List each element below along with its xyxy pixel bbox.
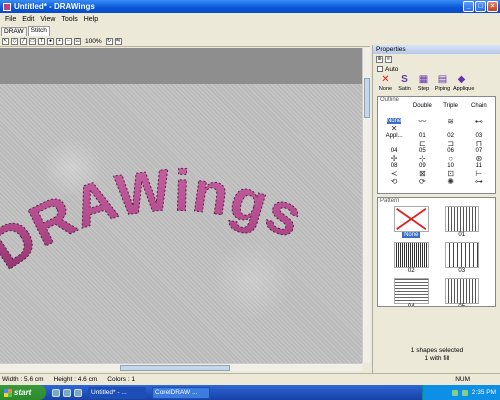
clock: 2:35 PM	[471, 389, 496, 396]
close-button[interactable]: ×	[487, 1, 498, 12]
color-icon[interactable]: ●	[47, 37, 54, 45]
outline-header: Chain	[471, 103, 487, 109]
outline-style-item[interactable]: 04 ✢	[380, 148, 408, 163]
status-num: NUM	[455, 376, 470, 383]
status-height: Height : 4.6 cm	[53, 376, 98, 383]
tab-draw[interactable]: DRAW	[1, 27, 27, 36]
embroidery-artwork[interactable]: DRAWings	[0, 48, 362, 363]
outline-style-item[interactable]: 03 ⊓	[465, 133, 493, 148]
menu-edit[interactable]: Edit	[19, 16, 37, 23]
outline-header: Double	[412, 103, 432, 109]
type-applique[interactable]: ◆ Applique	[453, 74, 474, 92]
outline-style-item[interactable]: Appl...	[380, 133, 408, 148]
design-canvas[interactable]: DRAWings	[0, 48, 362, 363]
line-tool-icon[interactable]: ╱	[20, 37, 27, 45]
fill-patterns: Pattern None 01 02 03 04 05	[377, 197, 496, 307]
menu-help[interactable]: Help	[81, 16, 101, 23]
type-piping[interactable]: ▤ Piping	[434, 74, 451, 92]
auto-checkbox[interactable]: Auto	[373, 64, 500, 74]
toolbar: ↖ ◇ ╱ ▭ T ● + − ⊡ 100% ↻ ⇋	[0, 36, 370, 47]
taskbar-item-drawings[interactable]: Untitled* - ...	[88, 386, 146, 399]
taskbar: start Untitled* - ... CorelDRAW ... 2:35…	[0, 385, 500, 400]
rotate-icon[interactable]: ↻	[105, 37, 113, 45]
zoom-out-icon[interactable]: −	[65, 37, 72, 45]
system-tray: 2:35 PM	[422, 385, 500, 400]
tab-stitch[interactable]: Stitch	[27, 26, 50, 36]
outline-style-item[interactable]: ✺	[437, 178, 465, 193]
app-logo-icon	[3, 2, 11, 11]
outline-style-item[interactable]: None ✕	[380, 118, 408, 133]
artwork-text: DRAWings	[0, 157, 313, 282]
fill-pattern-item[interactable]: 01	[439, 206, 486, 238]
outline-style-item[interactable]: ⊷	[465, 118, 493, 133]
fill-pattern-item[interactable]: 02	[388, 242, 435, 274]
tray-icon[interactable]	[451, 389, 458, 396]
app-window: Untitled* - DRAWings _ □ × File Edit Vie…	[0, 0, 500, 385]
outline-style-item[interactable]: 07 ⊛	[465, 148, 493, 163]
selection-status: 1 shapes selected 1 with fill	[410, 347, 464, 362]
start-button[interactable]: start	[0, 385, 46, 400]
zoom-in-icon[interactable]: +	[56, 37, 63, 45]
outline-style-item[interactable]: ⟲	[380, 178, 408, 193]
type-none[interactable]: ✕ None	[377, 74, 394, 92]
ie-icon[interactable]	[52, 388, 60, 397]
zoom-level[interactable]: 100%	[83, 38, 104, 45]
status-bar: Width : 5.6 cm Height : 4.6 cm Colors : …	[0, 373, 500, 385]
desktop-icon[interactable]	[63, 388, 71, 397]
vertical-scrollbar[interactable]	[362, 48, 370, 363]
outline-style-item[interactable]: 08 ≺	[380, 163, 408, 178]
type-satin[interactable]: S Satin	[396, 74, 413, 92]
minimize-button[interactable]: _	[463, 1, 474, 12]
menu-tools[interactable]: Tools	[58, 16, 80, 23]
panel-title: Properties	[373, 45, 500, 54]
text-tool-icon[interactable]: T	[38, 37, 45, 45]
type-step[interactable]: ▦ Step	[415, 74, 432, 92]
outline-style-item[interactable]: ≋	[437, 118, 465, 133]
menu-view[interactable]: View	[37, 16, 58, 23]
menu-file[interactable]: File	[2, 16, 19, 23]
status-width: Width : 5.6 cm	[2, 376, 44, 383]
select-tool-icon[interactable]: ↖	[2, 37, 9, 45]
mirror-icon[interactable]: ⇋	[114, 37, 122, 45]
title-bar: Untitled* - DRAWings _ □ ×	[0, 0, 500, 13]
outline-style-item[interactable]: ⟳	[408, 178, 436, 193]
outline-style-item[interactable]: 02 ⊐	[437, 133, 465, 148]
horizontal-scrollbar[interactable]	[0, 363, 362, 371]
menu-bar: File Edit View Tools Help	[0, 13, 500, 25]
shape-tool-icon[interactable]: ▭	[29, 37, 36, 45]
fill-pattern-item[interactable]: 03	[439, 242, 486, 274]
taskbar-item-coreldraw[interactable]: CorelDRAW ...	[152, 386, 210, 399]
quick-launch	[52, 388, 82, 397]
zoom-fit-icon[interactable]: ⊡	[74, 37, 81, 45]
fill-pattern-item[interactable]: None	[388, 206, 435, 238]
status-colors: Colors : 1	[107, 376, 136, 383]
outline-style-item[interactable]: ⊶	[465, 178, 493, 193]
outline-styles: Outline Double Triple Chain None ✕ 〰 ≋ ⊷ Appl...…	[377, 96, 496, 194]
outline-style-item[interactable]: 10 ⊡	[437, 163, 465, 178]
outline-style-item[interactable]: 09 ⊠	[408, 163, 436, 178]
properties-panel: Properties ⊕ ≡ Auto ✕ None S Satin ▦ Step ▤…	[372, 45, 500, 373]
outline-style-item[interactable]: 06 ○	[437, 148, 465, 163]
maximize-button[interactable]: □	[475, 1, 486, 12]
outline-style-item[interactable]: 05 ⊹	[408, 148, 436, 163]
outline-header	[380, 103, 408, 118]
windows-logo-icon	[4, 388, 12, 397]
mode-tabs: DRAW Stitch	[0, 25, 370, 36]
fill-pattern-item[interactable]: 04	[388, 278, 435, 306]
window-title: Untitled* - DRAWings	[14, 2, 95, 11]
stitch-type-selector: ✕ None S Satin ▦ Step ▤ Piping ◆ Applique	[373, 74, 500, 96]
tray-icon[interactable]	[461, 389, 468, 396]
fill-pattern-item[interactable]: 05	[439, 278, 486, 306]
pin-icon[interactable]: ⊕	[376, 55, 383, 63]
list-icon[interactable]: ≡	[385, 55, 392, 63]
media-icon[interactable]	[74, 388, 82, 397]
outline-style-item[interactable]: 11 ⊢	[465, 163, 493, 178]
outline-style-item[interactable]: 01 ⊏	[408, 133, 436, 148]
node-tool-icon[interactable]: ◇	[11, 37, 18, 45]
outline-header: Triple	[443, 103, 459, 109]
outline-style-item[interactable]: 〰	[408, 118, 436, 133]
